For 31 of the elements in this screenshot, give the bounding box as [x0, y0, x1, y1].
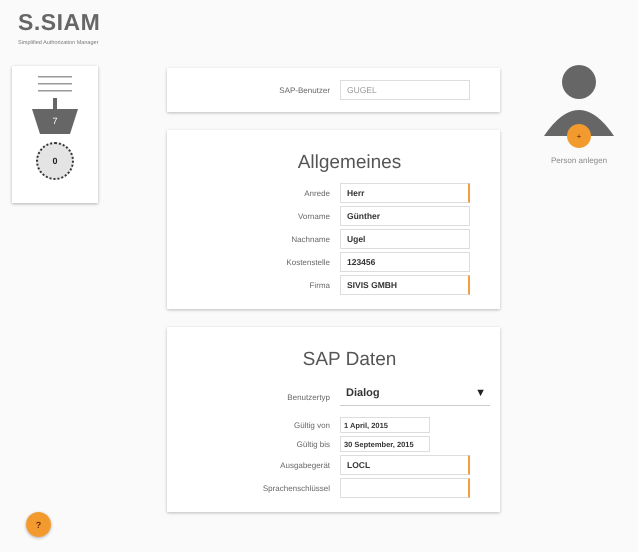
field-label: SAP-Benutzer [278, 86, 330, 94]
field-label: Sprachenschlüssel [262, 484, 330, 492]
menu-icon[interactable] [38, 74, 72, 94]
pending-count[interactable]: 0 [36, 142, 74, 180]
field-label: Benutzertyp [286, 392, 330, 402]
section-title: Allgemeines [296, 152, 402, 174]
section-title: SAP Daten [302, 349, 398, 371]
input-field[interactable]: Günther [340, 206, 470, 226]
add-person-button[interactable]: + [567, 124, 591, 148]
input-field[interactable] [340, 478, 470, 498]
person-icon [544, 64, 614, 138]
field-label: Gültig bis [296, 440, 330, 448]
input-field[interactable]: SIVIS GMBH [340, 275, 470, 295]
user-type-dropdown[interactable]: Dialog ▼ [340, 380, 490, 406]
help-button[interactable]: ? [26, 512, 51, 537]
field-label: Kostenstelle [285, 258, 330, 266]
input-field[interactable]: LOCL [340, 455, 470, 475]
input-field[interactable]: Ugel [340, 229, 470, 249]
field-label: Anrede [303, 188, 330, 198]
input-field[interactable]: Herr [340, 183, 470, 203]
logo-text: S.SIAM [18, 10, 100, 34]
field-label: Nachname [290, 234, 330, 244]
caret-icon: ▼ [475, 386, 486, 398]
field-label: Gültig von [292, 420, 330, 430]
basket-count: 7 [51, 116, 58, 126]
field-label: Vorname [296, 212, 330, 220]
input-field[interactable]: 123456 [340, 252, 470, 272]
field-label: Ausgabegerät [279, 460, 330, 470]
person-label: Person anlegen [550, 156, 608, 165]
field-label: Firma [308, 280, 330, 290]
input-field[interactable]: GUGEL [340, 80, 470, 100]
